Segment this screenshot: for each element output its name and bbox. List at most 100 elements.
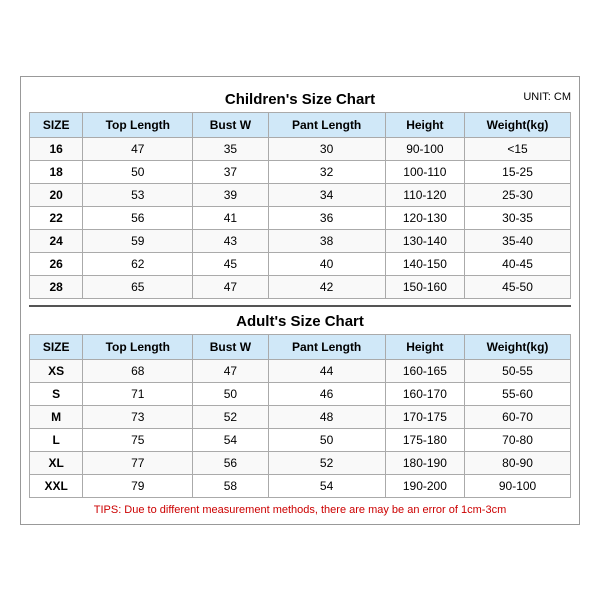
children-section-title: Children's Size Chart UNIT: CM (29, 85, 571, 112)
data-cell: 80-90 (465, 451, 571, 474)
data-cell: 68 (83, 359, 193, 382)
data-cell: 110-120 (385, 183, 464, 206)
data-cell: 55-60 (465, 382, 571, 405)
data-cell: 77 (83, 451, 193, 474)
col-bust-w: Bust W (193, 112, 268, 137)
data-cell: 56 (83, 206, 193, 229)
data-cell: 60-70 (465, 405, 571, 428)
adult-col-size: SIZE (30, 334, 83, 359)
table-row: S715046160-17055-60 (30, 382, 571, 405)
size-cell: L (30, 428, 83, 451)
data-cell: 32 (268, 160, 385, 183)
data-cell: 40-45 (465, 252, 571, 275)
data-cell: 35-40 (465, 229, 571, 252)
data-cell: 190-200 (385, 474, 464, 497)
data-cell: 52 (268, 451, 385, 474)
data-cell: 59 (83, 229, 193, 252)
chart-wrapper: Children's Size Chart UNIT: CM SIZE Top … (20, 76, 580, 525)
data-cell: 140-150 (385, 252, 464, 275)
children-size-table: SIZE Top Length Bust W Pant Length Heigh… (29, 112, 571, 299)
data-cell: 43 (193, 229, 268, 252)
data-cell: 50-55 (465, 359, 571, 382)
data-cell: 44 (268, 359, 385, 382)
data-cell: 120-130 (385, 206, 464, 229)
data-cell: 48 (268, 405, 385, 428)
children-title-text: Children's Size Chart (225, 91, 375, 108)
col-top-length: Top Length (83, 112, 193, 137)
data-cell: 71 (83, 382, 193, 405)
table-row: 22564136120-13030-35 (30, 206, 571, 229)
data-cell: 41 (193, 206, 268, 229)
adult-title-text: Adult's Size Chart (236, 313, 364, 330)
col-weight: Weight(kg) (465, 112, 571, 137)
data-cell: 30 (268, 137, 385, 160)
children-header-row: SIZE Top Length Bust W Pant Length Heigh… (30, 112, 571, 137)
table-row: M735248170-17560-70 (30, 405, 571, 428)
table-row: 1647353090-100<15 (30, 137, 571, 160)
table-row: XXL795854190-20090-100 (30, 474, 571, 497)
data-cell: 38 (268, 229, 385, 252)
data-cell: 39 (193, 183, 268, 206)
data-cell: 35 (193, 137, 268, 160)
data-cell: 175-180 (385, 428, 464, 451)
size-cell: 28 (30, 275, 83, 298)
data-cell: 50 (193, 382, 268, 405)
data-cell: 90-100 (385, 137, 464, 160)
data-cell: 70-80 (465, 428, 571, 451)
data-cell: 62 (83, 252, 193, 275)
data-cell: 150-160 (385, 275, 464, 298)
size-cell: 20 (30, 183, 83, 206)
size-cell: 26 (30, 252, 83, 275)
data-cell: 37 (193, 160, 268, 183)
adult-col-weight: Weight(kg) (465, 334, 571, 359)
data-cell: 75 (83, 428, 193, 451)
size-cell: 16 (30, 137, 83, 160)
adult-header-row: SIZE Top Length Bust W Pant Length Heigh… (30, 334, 571, 359)
col-height: Height (385, 112, 464, 137)
data-cell: 90-100 (465, 474, 571, 497)
table-row: 28654742150-16045-50 (30, 275, 571, 298)
data-cell: 58 (193, 474, 268, 497)
size-cell: XS (30, 359, 83, 382)
table-row: XS684744160-16550-55 (30, 359, 571, 382)
adult-col-pant-length: Pant Length (268, 334, 385, 359)
col-pant-length: Pant Length (268, 112, 385, 137)
data-cell: 65 (83, 275, 193, 298)
data-cell: 25-30 (465, 183, 571, 206)
data-cell: 130-140 (385, 229, 464, 252)
data-cell: <15 (465, 137, 571, 160)
size-cell: M (30, 405, 83, 428)
data-cell: 47 (193, 275, 268, 298)
tips-text: TIPS: Due to different measurement metho… (29, 504, 571, 516)
data-cell: 160-170 (385, 382, 464, 405)
size-cell: XXL (30, 474, 83, 497)
adult-size-table: SIZE Top Length Bust W Pant Length Heigh… (29, 334, 571, 498)
data-cell: 40 (268, 252, 385, 275)
data-cell: 56 (193, 451, 268, 474)
table-row: 26624540140-15040-45 (30, 252, 571, 275)
data-cell: 50 (83, 160, 193, 183)
unit-label: UNIT: CM (523, 91, 571, 103)
table-row: 18503732100-11015-25 (30, 160, 571, 183)
data-cell: 54 (193, 428, 268, 451)
data-cell: 54 (268, 474, 385, 497)
table-row: XL775652180-19080-90 (30, 451, 571, 474)
table-row: L755450175-18070-80 (30, 428, 571, 451)
data-cell: 160-165 (385, 359, 464, 382)
data-cell: 45 (193, 252, 268, 275)
table-row: 20533934110-12025-30 (30, 183, 571, 206)
data-cell: 47 (83, 137, 193, 160)
data-cell: 30-35 (465, 206, 571, 229)
data-cell: 45-50 (465, 275, 571, 298)
adult-col-bust-w: Bust W (193, 334, 268, 359)
data-cell: 100-110 (385, 160, 464, 183)
size-cell: XL (30, 451, 83, 474)
data-cell: 73 (83, 405, 193, 428)
data-cell: 180-190 (385, 451, 464, 474)
data-cell: 79 (83, 474, 193, 497)
adult-section-title: Adult's Size Chart (29, 305, 571, 334)
data-cell: 52 (193, 405, 268, 428)
size-cell: 24 (30, 229, 83, 252)
data-cell: 50 (268, 428, 385, 451)
size-cell: S (30, 382, 83, 405)
